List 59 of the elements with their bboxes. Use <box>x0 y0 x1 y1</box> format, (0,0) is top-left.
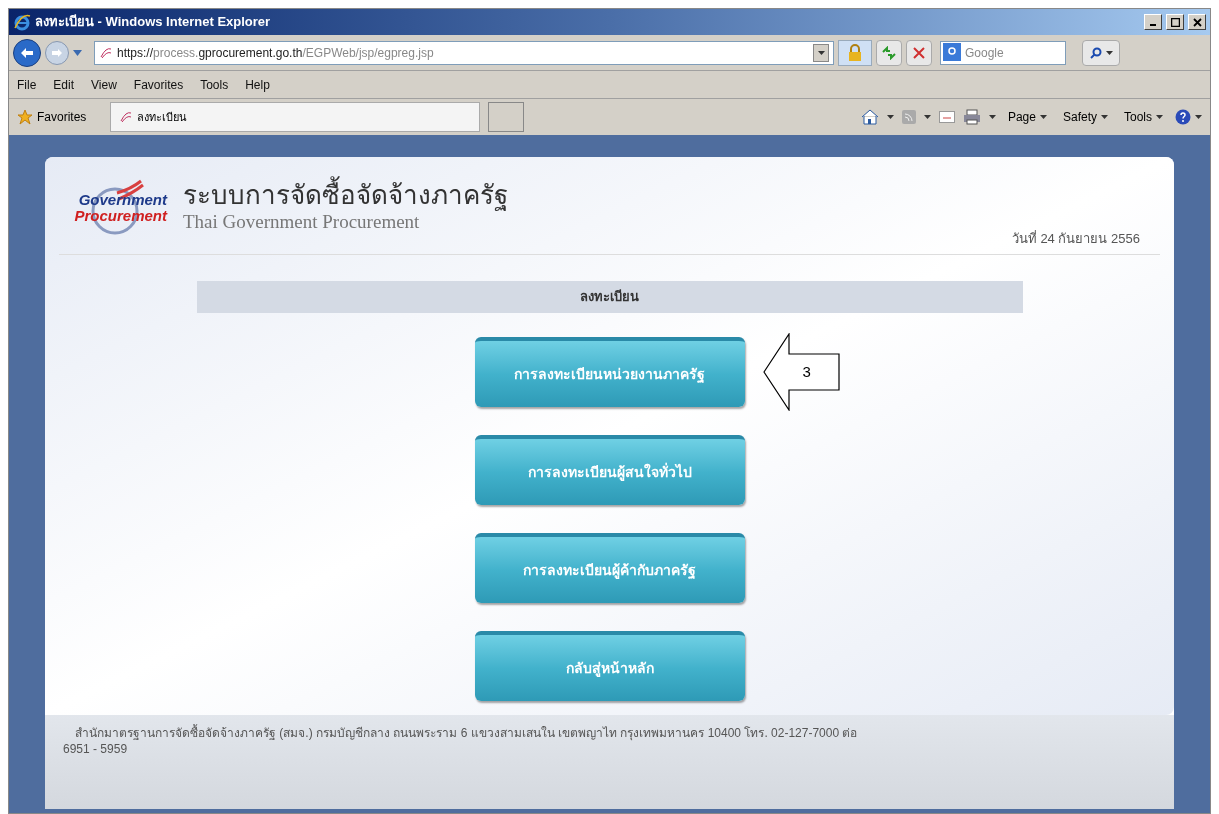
minimize-button[interactable] <box>1144 14 1162 30</box>
refresh-button[interactable] <box>876 39 902 66</box>
printer-icon[interactable] <box>962 109 981 125</box>
site-icon <box>99 45 113 60</box>
menu-item[interactable]: View <box>91 75 117 94</box>
callout-number: 3 <box>802 362 811 382</box>
search-button[interactable] <box>1082 39 1120 66</box>
menu-item[interactable]: File <box>17 75 37 94</box>
command-menu-button[interactable]: Safety <box>1058 108 1112 126</box>
address-dropdown-button[interactable] <box>813 43 829 62</box>
forward-arrow-icon <box>51 47 63 58</box>
dropdown-caret-icon <box>886 115 894 119</box>
site-subtitle: Thai Government Procurement <box>183 211 421 233</box>
menu-item[interactable]: Edit <box>53 75 75 94</box>
history-caret-icon <box>73 49 82 56</box>
menu-item[interactable]: Help <box>245 75 270 94</box>
padlock-icon <box>847 43 863 62</box>
close-button[interactable] <box>1188 14 1206 30</box>
browser-tab[interactable]: ลงทะเบียน <box>110 102 481 132</box>
left-arrow-callout-icon <box>762 333 841 411</box>
dropdown-caret-icon <box>1195 115 1202 119</box>
star-icon <box>17 109 33 125</box>
date-text: วันที่ 24 กันยายน 2556 <box>1011 229 1140 248</box>
menu-item[interactable]: Tools <box>200 75 229 94</box>
command-menu-button[interactable]: Page <box>1003 108 1051 126</box>
mail-icon[interactable] <box>938 111 955 123</box>
address-url: https://process.gprocurement.go.th/EGPWeb/jsp/egpreg.jsp <box>117 44 435 62</box>
footer-text: 6951 - 5959 <box>63 741 129 757</box>
dropdown-caret-icon <box>1156 115 1163 119</box>
back-arrow-icon <box>20 46 34 59</box>
search-provider-icon <box>943 43 961 61</box>
footer-text: สำนักมาตรฐานการจัดซื้อจัดจ้างภาครัฐ (สมจ.) กรมบัญชีกลาง ถนนพระราม 6 แขวงสามเสนใน เขตพญาไท กรุงเทพมหานคร 10400 โทร. 02-127-7000 ต่อ <box>74 725 859 741</box>
maximize-button[interactable] <box>1166 14 1184 30</box>
search-icon <box>1089 46 1102 59</box>
home-icon[interactable] <box>860 109 879 125</box>
command-menu-button[interactable]: Tools <box>1120 108 1167 126</box>
section-heading: ลงทะเบียน <box>196 281 1023 313</box>
maximize-icon <box>1170 17 1180 27</box>
security-lock-button[interactable] <box>838 39 872 66</box>
dropdown-caret-icon <box>817 50 825 55</box>
dropdown-caret-icon <box>988 115 996 119</box>
minimize-icon <box>1150 24 1156 26</box>
logo: Government Procurement <box>59 177 171 239</box>
stop-button[interactable] <box>906 39 932 66</box>
close-icon <box>1192 17 1202 27</box>
help-icon <box>1175 109 1191 125</box>
refresh-arrows-icon <box>882 45 896 60</box>
back-button[interactable] <box>13 38 41 67</box>
site-icon <box>119 110 134 124</box>
dropdown-caret-icon <box>1039 115 1047 119</box>
favorites-button[interactable]: Favorites <box>13 108 91 126</box>
browser-logo-icon <box>13 13 31 31</box>
dropdown-caret-icon <box>1101 115 1108 119</box>
dropdown-caret-icon <box>1105 50 1113 55</box>
window-title: ลงทะเบียน - Windows Internet Explorer <box>35 13 272 32</box>
address-field[interactable]: https://process.gprocurement.go.th/EGPWeb/jsp/egpreg.jsp <box>94 40 834 65</box>
close-icon <box>913 46 925 59</box>
menu-item[interactable]: Favorites <box>133 75 184 94</box>
dropdown-caret-icon <box>923 115 931 119</box>
